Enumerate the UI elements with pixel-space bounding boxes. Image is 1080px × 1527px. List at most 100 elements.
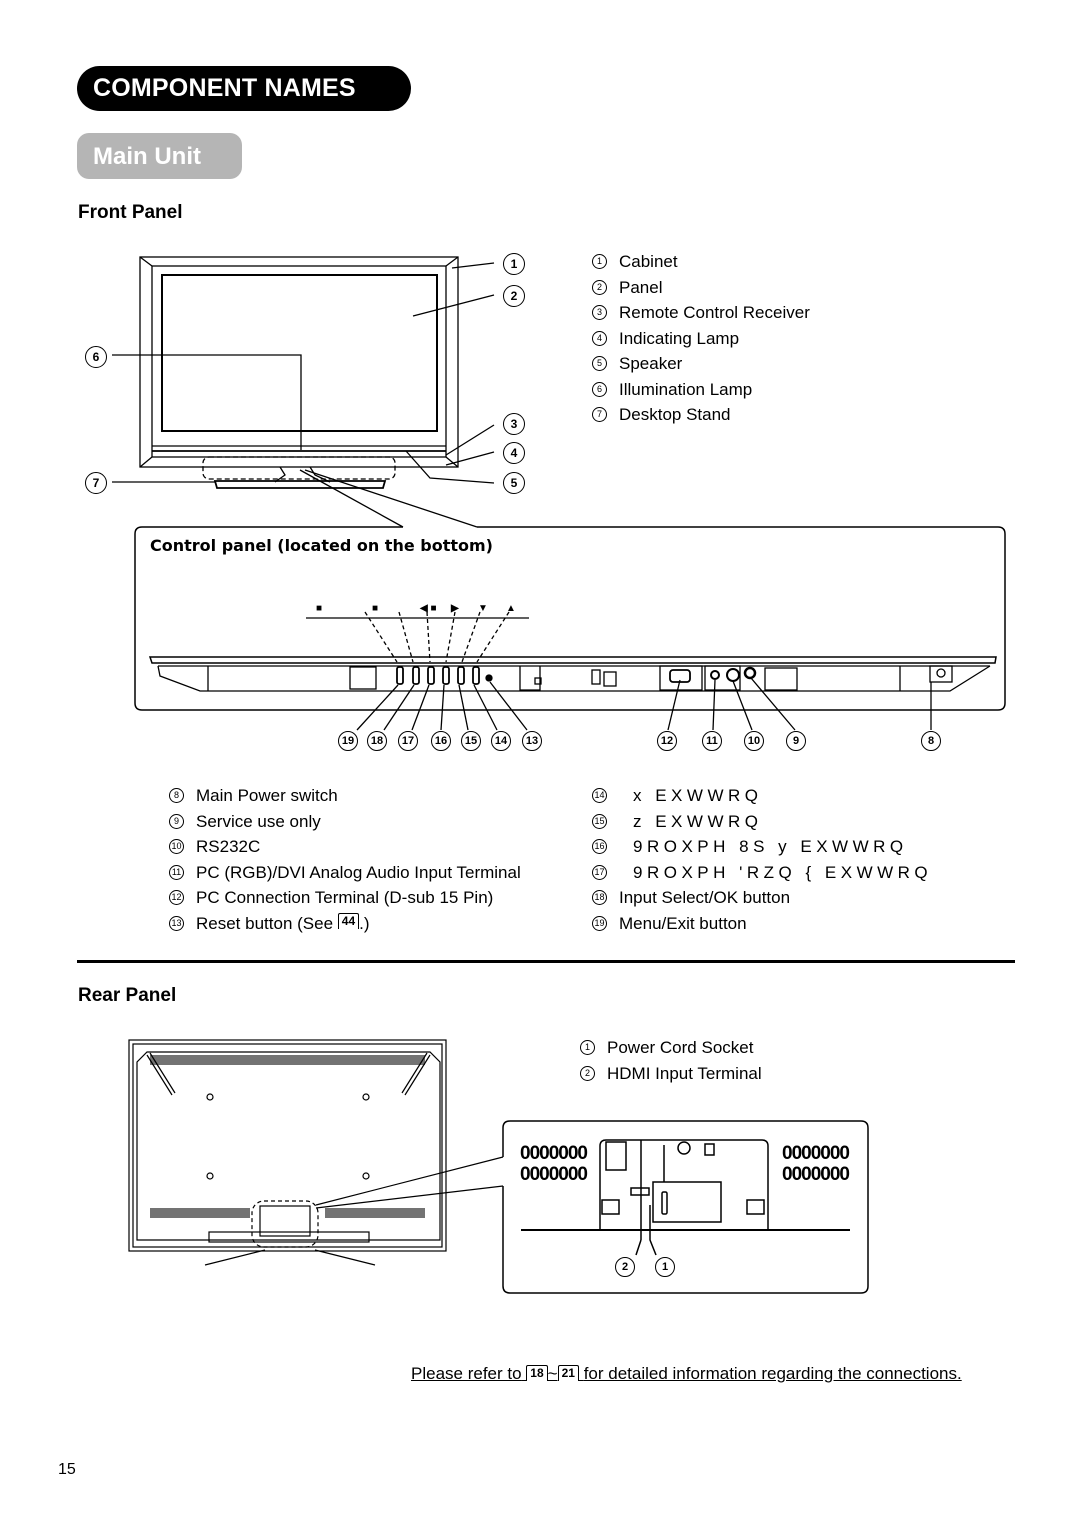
- control-legend-right: 14 x EXWWRQ 15 z EXWWRQ 16 9ROXPH 8S y EXWW…: [592, 783, 932, 936]
- item-number: 19: [592, 915, 607, 931]
- item-number: 2: [580, 1065, 595, 1081]
- callout-5: 5: [503, 472, 525, 494]
- svg-text:▲: ▲: [506, 603, 516, 614]
- item-number: 9: [169, 813, 184, 829]
- item-label: Cabinet: [619, 252, 678, 271]
- svg-text:■: ■: [316, 603, 322, 614]
- callout-7: 7: [85, 472, 107, 494]
- legend-item: 8 Main Power switch: [169, 783, 521, 809]
- callout-19: 19: [338, 731, 358, 751]
- item-label: Power Cord Socket: [607, 1038, 754, 1057]
- rear-panel-legend: 1 Power Cord Socket 2 HDMI Input Terminal: [580, 1035, 762, 1086]
- item-number: 5: [592, 356, 607, 372]
- callout-15: 15: [461, 731, 481, 751]
- hdmi-port: [630, 1187, 650, 1196]
- item-label: Reset button (See: [196, 913, 334, 933]
- rear-vent-left: [150, 1208, 250, 1218]
- item-label: PC (RGB)/DVI Analog Audio Input Terminal: [196, 862, 521, 882]
- item-label: RS232C: [196, 837, 261, 856]
- speaker-area: [202, 456, 396, 480]
- legend-item: 10 RS232C: [169, 834, 521, 860]
- page-number: 15: [58, 1461, 76, 1478]
- item-number: 16: [592, 839, 607, 855]
- svg-text:◀ ■: ◀ ■: [419, 603, 437, 614]
- item-label: Service use only: [196, 811, 321, 831]
- item-number: 18: [592, 890, 607, 906]
- connections-reference-note: Please refer to 18 ~21 for detailed infor…: [411, 1364, 962, 1384]
- legend-item: 5 Speaker: [592, 351, 810, 377]
- item-label-suffix: .): [359, 913, 370, 933]
- svg-text:▶: ▶: [450, 603, 460, 614]
- legend-item: 6 Illumination Lamp: [592, 377, 810, 403]
- callout-14: 14: [491, 731, 511, 751]
- legend-item: 17 9ROXPH 'RZQ { EXWWRQ: [592, 860, 932, 886]
- legend-item: 1 Power Cord Socket: [580, 1035, 762, 1061]
- section-title-main-unit: Main Unit: [77, 133, 242, 179]
- callout-16: 16: [431, 731, 451, 751]
- page-reference-end[interactable]: 21: [557, 1365, 579, 1381]
- rear-callout-2: 2: [615, 1257, 635, 1277]
- ref-separator: ~: [547, 1364, 558, 1383]
- page-reference-start[interactable]: 18: [526, 1365, 548, 1381]
- rear-terminal-area: [251, 1200, 319, 1248]
- power-socket: [652, 1181, 722, 1223]
- callout-10: 10: [744, 731, 764, 751]
- legend-item: 7 Desktop Stand: [592, 402, 810, 428]
- page-title: COMPONENT NAMES: [77, 66, 411, 111]
- legend-item: 1 Cabinet: [592, 249, 810, 275]
- item-label: Panel: [619, 277, 663, 297]
- item-label: Speaker: [619, 354, 683, 373]
- tv-cabinet-outline: [139, 256, 459, 468]
- legend-item: 9 Service use only: [169, 809, 521, 835]
- callout-9: 9: [786, 731, 806, 751]
- note-suffix: for detailed information regarding the c…: [583, 1364, 962, 1383]
- legend-item: 19 Menu/Exit button: [592, 911, 932, 937]
- item-number: 1: [580, 1040, 595, 1056]
- item-label: Main Power switch: [196, 786, 338, 805]
- callout-13: 13: [522, 731, 542, 751]
- legend-item: 2 Panel: [592, 275, 810, 301]
- rear-inset-box: [502, 1120, 869, 1294]
- legend-item: 14 x EXWWRQ: [592, 783, 932, 809]
- svg-text:0000000: 0000000: [782, 1143, 849, 1164]
- section-divider: [77, 960, 1015, 963]
- callout-4: 4: [503, 442, 525, 464]
- item-label: z EXWWRQ: [633, 811, 763, 831]
- legend-item: 18 Input Select/OK button: [592, 885, 932, 911]
- control-panel-heading: Control panel (located on the bottom): [150, 536, 493, 555]
- item-number: 11: [169, 864, 184, 880]
- item-number: 3: [592, 305, 607, 321]
- legend-item: 16 9ROXPH 8S y EXWWRQ: [592, 834, 932, 860]
- item-number: 15: [592, 813, 607, 829]
- item-number: 7: [592, 407, 607, 423]
- item-label: Input Select/OK button: [619, 888, 791, 907]
- rear-vent-top: [150, 1055, 425, 1065]
- svg-text:■: ■: [372, 603, 378, 614]
- callout-3: 3: [503, 413, 525, 435]
- callout-17: 17: [398, 731, 418, 751]
- legend-item: 4 Indicating Lamp: [592, 326, 810, 352]
- item-label: PC Connection Terminal (D-sub 15 Pin): [196, 888, 494, 907]
- rear-vent-right: [325, 1208, 425, 1218]
- item-label: HDMI Input Terminal: [607, 1063, 762, 1083]
- legend-item: 13 Reset button (See 44.): [169, 911, 521, 937]
- legend-item: 3 Remote Control Receiver: [592, 300, 810, 326]
- front-panel-legend: 1 Cabinet 2 Panel 3 Remote Control Receiver…: [592, 249, 810, 428]
- legend-item: 2 HDMI Input Terminal: [580, 1061, 762, 1087]
- callout-6: 6: [85, 346, 107, 368]
- item-label: 9ROXPH 8S y EXWWRQ: [633, 837, 908, 856]
- item-label: 9ROXPH 'RZQ { EXWWRQ: [633, 862, 933, 882]
- item-number: 10: [169, 839, 184, 855]
- dsub-port: [669, 669, 691, 683]
- item-number: 12: [169, 890, 184, 906]
- svg-text:0000000: 0000000: [782, 1164, 849, 1185]
- note-prefix: Please refer to: [411, 1364, 522, 1383]
- legend-item: 12 PC Connection Terminal (D-sub 15 Pin): [169, 885, 521, 911]
- vent-glyphs: 0000000: [520, 1143, 587, 1164]
- item-label: Desktop Stand: [619, 405, 731, 424]
- item-number: 6: [592, 381, 607, 397]
- legend-item: 11 PC (RGB)/DVI Analog Audio Input Termin…: [169, 860, 521, 886]
- svg-text:0000000: 0000000: [520, 1164, 587, 1185]
- page-reference[interactable]: 44: [337, 913, 360, 930]
- front-panel-diagram: 0000000 0000000 0000000 0000000 ■ ■ ◀ ■ …: [112, 256, 1006, 1294]
